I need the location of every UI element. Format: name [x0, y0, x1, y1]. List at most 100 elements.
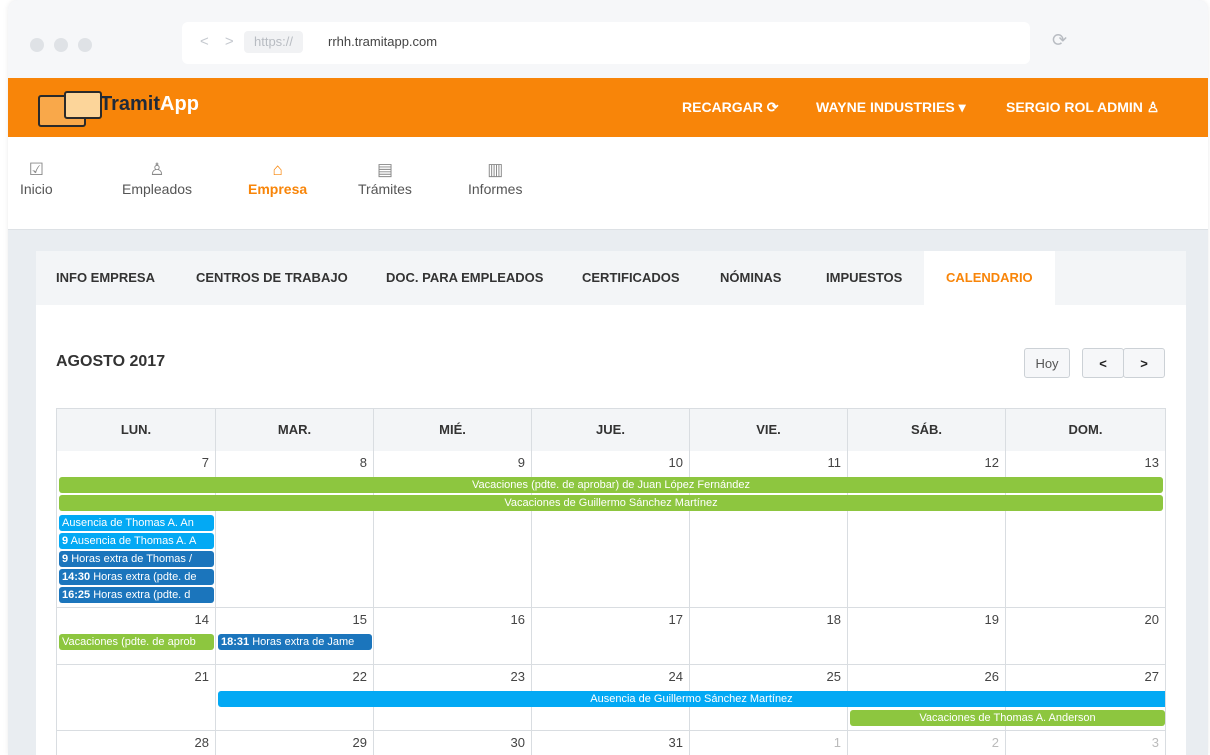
day-cell[interactable]: 10: [532, 451, 690, 608]
company-selector[interactable]: WAYNE INDUSTRIES ▾: [816, 99, 966, 116]
user-menu[interactable]: SERGIO ROL ADMIN ♙: [1006, 99, 1159, 116]
day-cell[interactable]: 3: [1006, 731, 1166, 755]
day-cell[interactable]: 30: [374, 731, 532, 755]
calendar-event-absence[interactable]: Ausencia de Guillermo Sánchez Martínez: [218, 691, 1165, 707]
day-number: 8: [359, 455, 367, 470]
app-header: TramitApp RECARGAR ⟳ WAYNE INDUSTRIES ▾ …: [8, 78, 1208, 137]
day-cell[interactable]: 17: [532, 608, 690, 665]
day-cell[interactable]: 9: [374, 451, 532, 608]
main-navigation: ☑ Inicio ♙ Empleados ⌂ Empresa ▤ Trámites ▥ I…: [8, 137, 1208, 230]
day-cell[interactable]: 18: [690, 608, 848, 665]
day-number: 21: [194, 669, 209, 684]
calendar-event-overtime[interactable]: 18:31 Horas extra de Jame: [218, 634, 372, 650]
nav-informes[interactable]: ▥ Informes: [468, 159, 522, 197]
nav-tramites-label: Trámites: [358, 181, 412, 197]
calendar-event-overtime[interactable]: 14:30 Horas extra (pdte. de: [59, 569, 214, 585]
day-number: 26: [984, 669, 999, 684]
reload-icon[interactable]: ⟳: [1052, 30, 1067, 51]
nav-empresa-label: Empresa: [248, 181, 308, 197]
calendar-event-overtime[interactable]: 9 Horas extra de Thomas /: [59, 551, 214, 567]
event-title: Horas extra de Jame: [252, 636, 355, 648]
weekday-header: LUN.: [57, 409, 216, 451]
chevron-down-icon: ▾: [958, 99, 966, 115]
calendar-event-absence[interactable]: 9 Ausencia de Thomas A. A: [59, 533, 214, 549]
calendar-month-title: AGOSTO 2017: [56, 353, 166, 370]
prev-month-button[interactable]: <: [1082, 348, 1124, 378]
nav-arrows-icon[interactable]: < >: [200, 33, 240, 50]
calendar-event-vacation[interactable]: Vacaciones (pdte. de aprob: [59, 634, 214, 650]
day-cell[interactable]: 8: [216, 451, 374, 608]
day-number: 30: [510, 735, 525, 750]
day-cell[interactable]: 1: [690, 731, 848, 755]
day-cell[interactable]: 19: [848, 608, 1006, 665]
logo-text-tramit: Tramit: [100, 93, 161, 115]
window-maximize-dot[interactable]: [78, 38, 92, 52]
day-cell[interactable]: 13: [1006, 451, 1166, 608]
tab-doc-para-empleados[interactable]: DOC. PARA EMPLEADOS: [386, 251, 543, 305]
calendar-event-absence[interactable]: Ausencia de Thomas A. An: [59, 515, 214, 531]
person-icon: ♙: [149, 160, 165, 179]
tab-calendario[interactable]: CALENDARIO: [924, 251, 1055, 305]
reload-label: RECARGAR: [682, 99, 763, 115]
window-minimize-dot[interactable]: [54, 38, 68, 52]
calendar-grid: LUN. MAR. MIÉ. JUE. VIE. SÁB. DOM. 7 8 9…: [56, 408, 1166, 755]
day-number: 28: [194, 735, 209, 750]
calendar-event-vacation[interactable]: Vacaciones de Guillermo Sánchez Martínez: [59, 495, 1163, 511]
nav-empleados[interactable]: ♙ Empleados: [122, 159, 192, 197]
reload-button[interactable]: RECARGAR ⟳: [682, 99, 779, 116]
calendar-event-vacation[interactable]: Vacaciones (pdte. de aprobar) de Juan Ló…: [59, 477, 1163, 493]
day-number: 22: [352, 669, 367, 684]
day-cell[interactable]: 29: [216, 731, 374, 755]
day-number: 3: [1151, 735, 1159, 750]
day-cell[interactable]: 11: [690, 451, 848, 608]
day-cell[interactable]: 12: [848, 451, 1006, 608]
day-number: 2: [991, 735, 999, 750]
url-host[interactable]: rrhh.tramitapp.com: [328, 34, 437, 49]
day-cell[interactable]: 21: [57, 665, 216, 731]
chevron-left-icon: <: [1099, 356, 1107, 371]
weekday-header: JUE.: [532, 409, 690, 451]
weekday-header: MIÉ.: [374, 409, 532, 451]
nav-inicio[interactable]: ☑ Inicio: [20, 159, 53, 197]
day-number: 15: [352, 612, 367, 627]
tab-certificados[interactable]: CERTIFICADOS: [582, 251, 680, 305]
calendar-event-overtime[interactable]: 16:25 Horas extra (pdte. d: [59, 587, 214, 603]
tab-info-empresa[interactable]: INFO EMPRESA: [56, 251, 155, 305]
browser-window: < > https:// rrhh.tramitapp.com ⟳ Tramit…: [8, 0, 1208, 755]
checkbox-icon: ☑: [28, 160, 44, 179]
event-time: 9: [62, 535, 69, 547]
address-bar[interactable]: < > https:// rrhh.tramitapp.com: [182, 22, 1030, 64]
document-icon: ▤: [376, 160, 393, 179]
day-number: 27: [1144, 669, 1159, 684]
refresh-icon: ⟳: [766, 99, 779, 115]
day-number: 10: [668, 455, 683, 470]
day-number: 13: [1144, 455, 1159, 470]
event-title: Horas extra de Thomas /: [71, 553, 193, 565]
weekday-header: DOM.: [1006, 409, 1166, 451]
weekday-header: SÁB.: [848, 409, 1006, 451]
briefcase-icon: ⌂: [272, 160, 283, 179]
day-cell[interactable]: 16: [374, 608, 532, 665]
tab-impuestos[interactable]: IMPUESTOS: [826, 251, 902, 305]
chevron-right-icon: >: [1140, 356, 1148, 371]
next-month-button[interactable]: >: [1123, 348, 1165, 378]
day-cell[interactable]: 31: [532, 731, 690, 755]
day-cell[interactable]: 20: [1006, 608, 1166, 665]
day-number: 24: [668, 669, 683, 684]
company-label: WAYNE INDUSTRIES: [816, 99, 955, 115]
tab-nominas[interactable]: NÓMINAS: [720, 251, 781, 305]
calendar-event-vacation[interactable]: Vacaciones de Thomas A. Anderson: [850, 710, 1165, 726]
day-number: 31: [668, 735, 683, 750]
day-number: 12: [984, 455, 999, 470]
tab-centros-de-trabajo[interactable]: CENTROS DE TRABAJO: [196, 251, 348, 305]
day-cell[interactable]: 2: [848, 731, 1006, 755]
nav-informes-label: Informes: [468, 181, 523, 197]
event-title: Horas extra (pdte. d: [93, 589, 191, 601]
today-button[interactable]: Hoy: [1024, 348, 1070, 378]
nav-tramites[interactable]: ▤ Trámites: [358, 159, 412, 197]
nav-empresa[interactable]: ⌂ Empresa: [248, 159, 307, 197]
day-cell[interactable]: 28: [57, 731, 216, 755]
user-label: SERGIO ROL ADMIN: [1006, 99, 1143, 115]
window-close-dot[interactable]: [30, 38, 44, 52]
event-time: 9: [62, 553, 69, 565]
